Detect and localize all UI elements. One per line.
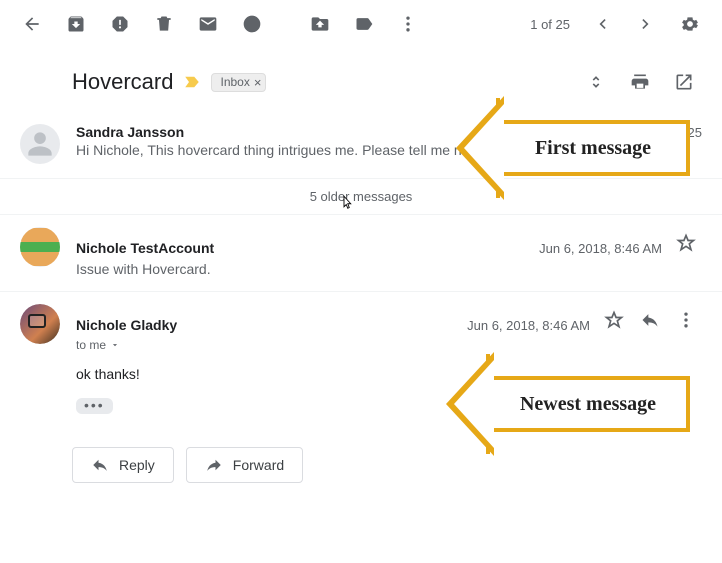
message-body: ok thanks! xyxy=(76,366,702,382)
more-icon[interactable] xyxy=(388,4,428,44)
recipient-text: to me xyxy=(76,338,106,352)
avatar xyxy=(20,124,60,164)
forward-icon xyxy=(205,456,223,474)
message-preview: Issue with Hovercard. xyxy=(76,261,702,277)
expand-all-icon[interactable] xyxy=(578,64,614,100)
move-to-icon[interactable] xyxy=(300,4,340,44)
star-icon[interactable] xyxy=(670,227,702,259)
message-collapsed[interactable]: Sandra Jansson Jun 5, 2018, 4:25 Hi Nich… xyxy=(0,112,722,179)
label-chip[interactable]: Inbox × xyxy=(211,73,266,92)
settings-icon[interactable] xyxy=(670,4,710,44)
show-trimmed-button[interactable]: ••• xyxy=(76,398,113,414)
forward-button[interactable]: Forward xyxy=(186,447,303,483)
archive-icon[interactable] xyxy=(56,4,96,44)
message-date: Jun 6, 2018, 8:46 AM xyxy=(539,241,662,256)
sender-name: Nichole Gladky xyxy=(76,317,177,333)
subject-title: Hovercard xyxy=(72,69,173,95)
mark-unread-icon[interactable] xyxy=(188,4,228,44)
chevron-down-icon xyxy=(110,340,120,350)
sender-name: Nichole TestAccount xyxy=(76,240,214,256)
older-messages-text: 5 older messages xyxy=(310,189,413,204)
reply-icon[interactable] xyxy=(634,304,666,336)
reply-label: Reply xyxy=(119,457,155,473)
toolbar: 1 of 25 xyxy=(0,0,722,48)
cursor-icon xyxy=(338,193,356,213)
print-icon[interactable] xyxy=(622,64,658,100)
reply-button[interactable]: Reply xyxy=(72,447,174,483)
avatar xyxy=(20,227,60,267)
snooze-icon[interactable] xyxy=(232,4,272,44)
newer-icon[interactable] xyxy=(582,4,622,44)
open-new-window-icon[interactable] xyxy=(666,64,702,100)
reply-row: Reply Forward xyxy=(0,429,722,503)
sender-name: Sandra Jansson xyxy=(76,124,184,140)
older-icon[interactable] xyxy=(626,4,666,44)
delete-icon[interactable] xyxy=(144,4,184,44)
label-remove-icon[interactable]: × xyxy=(254,75,262,90)
avatar xyxy=(20,304,60,344)
spam-icon[interactable] xyxy=(100,4,140,44)
subject-row: Hovercard Inbox × xyxy=(0,48,722,112)
message-date: Jun 5, 2018, 4:25 xyxy=(602,125,702,140)
labels-icon[interactable] xyxy=(344,4,384,44)
important-marker-icon[interactable] xyxy=(183,73,201,91)
message-more-icon[interactable] xyxy=(670,304,702,336)
message-expanded: Nichole Gladky Jun 6, 2018, 8:46 AM to m… xyxy=(0,292,722,429)
older-messages-link[interactable]: 5 older messages xyxy=(0,179,722,215)
pagination-text: 1 of 25 xyxy=(530,17,570,32)
label-chip-text: Inbox xyxy=(220,75,249,89)
message-preview: Hi Nichole, This hovercard thing intrigu… xyxy=(76,142,702,158)
message-date: Jun 6, 2018, 8:46 AM xyxy=(467,318,590,333)
star-icon[interactable] xyxy=(598,304,630,336)
back-icon[interactable] xyxy=(12,4,52,44)
forward-label: Forward xyxy=(233,457,284,473)
reply-icon xyxy=(91,456,109,474)
message-collapsed[interactable]: Nichole TestAccount Jun 6, 2018, 8:46 AM… xyxy=(0,215,722,292)
recipient-dropdown[interactable]: to me xyxy=(76,338,702,352)
